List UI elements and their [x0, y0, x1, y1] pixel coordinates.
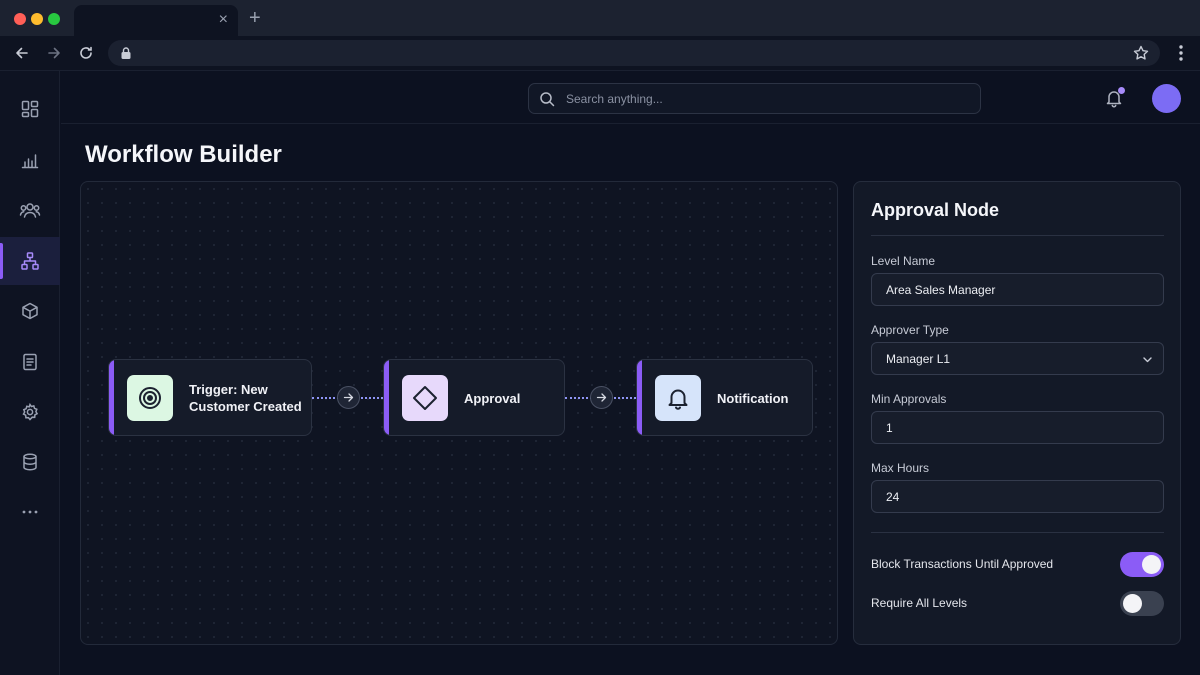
block-transactions-toggle[interactable]: [1120, 552, 1164, 577]
reload-button[interactable]: [76, 43, 96, 63]
browser-toolbar: [0, 36, 1200, 71]
reload-icon: [80, 46, 92, 59]
node-icon-tile: [402, 375, 448, 421]
sidebar-item-dashboard[interactable]: [0, 85, 60, 133]
level-name-field[interactable]: Area Sales Manager: [871, 273, 1164, 306]
add-step-button[interactable]: [590, 386, 613, 409]
sidebar-item-products[interactable]: [0, 287, 60, 335]
approver-type-value: Manager L1: [886, 352, 951, 366]
node-title: Approval: [464, 391, 521, 406]
close-window-button[interactable]: [14, 13, 26, 25]
max-hours-field[interactable]: 24: [871, 480, 1164, 513]
lock-icon: [121, 47, 131, 59]
tab-close-icon[interactable]: ×: [219, 11, 228, 29]
divider: [871, 235, 1164, 236]
back-button[interactable]: [12, 43, 32, 63]
browser-menu-icon[interactable]: [1174, 42, 1188, 64]
workflow-icon: [21, 252, 39, 270]
page-title: Workflow Builder: [85, 141, 282, 168]
address-bar[interactable]: [108, 40, 1160, 66]
browser-tab-strip: × +: [0, 0, 1200, 36]
node-title-line-1: Trigger: New: [189, 382, 268, 397]
level-name-label: Level Name: [871, 254, 936, 268]
node-title-line-2: Customer Created: [189, 399, 302, 414]
gear-icon: [22, 402, 39, 421]
arrow-right-icon: [48, 47, 60, 59]
bell-icon: [668, 389, 688, 410]
workflow-node-trigger[interactable]: Trigger: New Customer Created: [108, 359, 312, 436]
node-accent-bar: [384, 360, 389, 435]
arrow-right-icon: [343, 393, 354, 402]
node-title: Notification: [717, 391, 789, 406]
more-icon: [22, 510, 38, 514]
users-icon: [19, 203, 41, 218]
minimize-window-button[interactable]: [31, 13, 43, 25]
workflow-node-approval[interactable]: Approval: [383, 359, 565, 436]
node-icon-tile: [127, 375, 173, 421]
notification-dot: [1118, 87, 1125, 94]
sidebar-item-settings[interactable]: [0, 388, 60, 436]
max-hours-label: Max Hours: [871, 461, 930, 475]
min-approvals-label: Min Approvals: [871, 392, 947, 406]
sidebar-item-database[interactable]: [0, 438, 60, 486]
node-accent-bar: [109, 360, 114, 435]
node-properties-panel: Approval Node Level Name Area Sales Mana…: [853, 181, 1181, 645]
approver-type-label: Approver Type: [871, 323, 949, 337]
sidebar: [0, 71, 60, 675]
min-approvals-field[interactable]: 1: [871, 411, 1164, 444]
diamond-icon: [413, 386, 437, 410]
arrow-left-icon: [16, 47, 28, 59]
toggle-knob: [1123, 594, 1142, 613]
level-name-value: Area Sales Manager: [886, 283, 996, 297]
block-transactions-label: Block Transactions Until Approved: [871, 557, 1054, 571]
require-all-levels-toggle[interactable]: [1120, 591, 1164, 616]
box-icon: [22, 302, 38, 320]
new-tab-button[interactable]: +: [249, 7, 261, 29]
maximize-window-button[interactable]: [48, 13, 60, 25]
bar-chart-icon: [21, 154, 39, 169]
max-hours-value: 24: [886, 490, 900, 504]
search-input[interactable]: Search anything...: [528, 83, 981, 114]
approver-type-select[interactable]: Manager L1: [871, 342, 1164, 375]
panel-title: Approval Node: [871, 200, 1000, 220]
search-icon: [540, 92, 555, 107]
bookmark-star-icon[interactable]: [1132, 44, 1150, 62]
sidebar-item-documents[interactable]: [0, 338, 60, 386]
dashboard-icon: [21, 100, 39, 118]
workflow-node-notification[interactable]: Notification: [636, 359, 813, 436]
chevron-down-icon: [1143, 357, 1152, 363]
divider: [871, 532, 1164, 533]
sidebar-item-analytics[interactable]: [0, 136, 60, 184]
browser-tab[interactable]: ×: [74, 5, 238, 36]
avatar[interactable]: [1152, 84, 1181, 113]
require-all-levels-label: Require All Levels: [871, 596, 968, 610]
search-placeholder: Search anything...: [566, 92, 663, 106]
sidebar-item-more[interactable]: [0, 488, 60, 536]
database-icon: [23, 453, 37, 471]
forward-button[interactable]: [44, 43, 64, 63]
sidebar-item-users[interactable]: [0, 186, 60, 234]
add-step-button[interactable]: [337, 386, 360, 409]
app-header: Search anything...: [61, 71, 1200, 124]
target-icon: [139, 387, 161, 409]
document-icon: [23, 353, 37, 371]
sidebar-item-workflows[interactable]: [0, 237, 60, 285]
min-approvals-value: 1: [886, 421, 893, 435]
node-accent-bar: [637, 360, 642, 435]
arrow-right-icon: [596, 393, 607, 402]
toggle-knob: [1142, 555, 1161, 574]
node-icon-tile: [655, 375, 701, 421]
